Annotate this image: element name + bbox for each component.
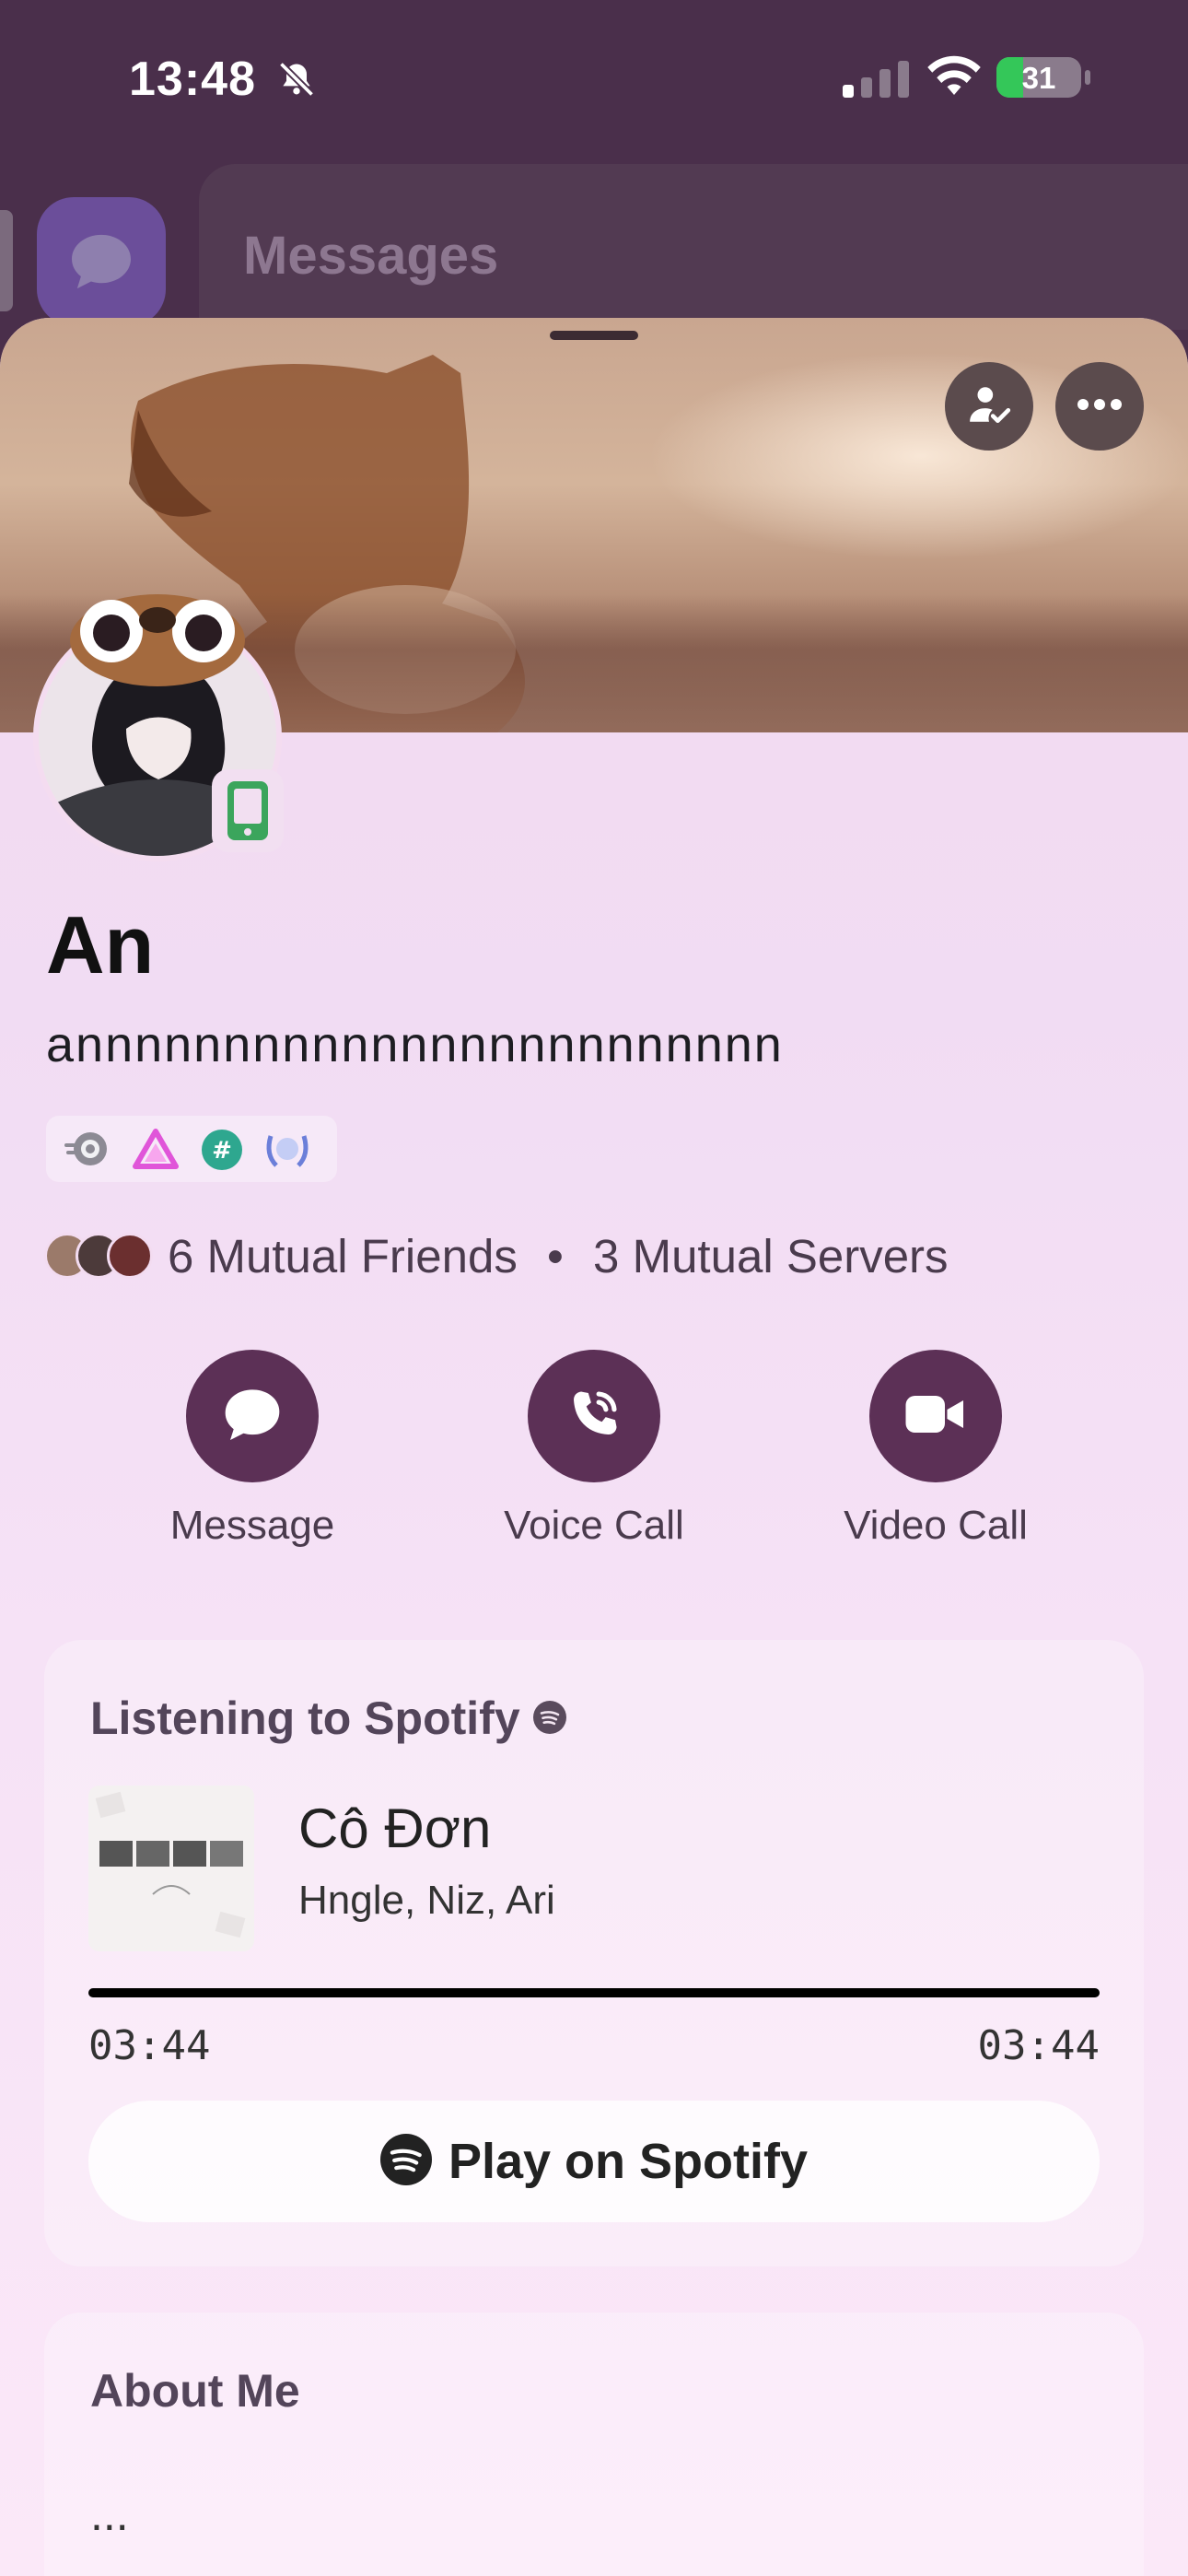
play-on-spotify-label: Play on Spotify <box>448 2134 809 2189</box>
bg-messages-icon[interactable] <box>37 197 166 326</box>
battery-icon: 31 <box>996 57 1081 98</box>
video-call-button[interactable] <box>869 1350 1002 1482</box>
badge-bar: # <box>46 1116 337 1182</box>
message-label: Message <box>169 1503 335 1548</box>
cellular-signal-icon <box>843 61 909 102</box>
battery-percent: 31 <box>1021 61 1056 95</box>
bg-server-indicator <box>0 210 13 311</box>
elapsed-time: 03:44 <box>88 2022 211 2069</box>
display-name: An <box>46 899 155 990</box>
triangle-badge-icon[interactable] <box>133 1129 179 1174</box>
svg-text:#: # <box>212 1137 232 1165</box>
username: annnnnnnnnnnnnnnnnnnnnnnn <box>46 1017 784 1072</box>
ellipsis-icon <box>1077 398 1123 416</box>
song-progress-fill <box>88 1988 1100 1997</box>
song-artist[interactable]: Hngle, Niz, Ari <box>298 1878 555 1924</box>
nitro-badge-icon[interactable] <box>64 1129 116 1174</box>
profile-sheet: An annnnnnnnnnnnnnnnnnnnnnnn # 6 Mutual … <box>0 318 1188 2576</box>
bell-muted-icon <box>276 59 317 104</box>
phone-icon <box>565 1386 623 1447</box>
video-call-action[interactable]: Video Call <box>816 1350 1055 1549</box>
video-call-label: Video Call <box>844 1503 1028 1548</box>
avatar[interactable] <box>24 594 291 871</box>
spotify-activity-card: Listening to Spotify Cô Đơn Hngle, Niz, … <box>44 1640 1144 2266</box>
friend-status-button[interactable] <box>945 362 1033 451</box>
spotify-small-icon <box>532 1692 566 1745</box>
mutual-servers-link[interactable]: 3 Mutual Servers <box>593 1230 949 1282</box>
activity-title: Listening to Spotify <box>90 1692 520 1744</box>
voice-call-button[interactable] <box>528 1350 660 1482</box>
avatar-decoration-bear <box>70 594 245 686</box>
status-time: 13:48 <box>129 53 256 106</box>
total-duration: 03:44 <box>977 2022 1100 2069</box>
video-camera-icon <box>903 1391 968 1442</box>
message-action[interactable]: Message <box>133 1350 372 1549</box>
song-progress-bar <box>88 1988 1100 1997</box>
mutuals-separator: • <box>547 1229 564 1282</box>
mutuals-row[interactable]: 6 Mutual Friends • 3 Mutual Servers <box>44 1219 949 1293</box>
about-me-text: ... <box>90 2488 129 2540</box>
voice-call-label: Voice Call <box>504 1503 684 1548</box>
play-on-spotify-button[interactable]: Play on Spotify <box>88 2101 1100 2222</box>
activity-header: Listening to Spotify <box>90 1692 566 1745</box>
more-options-button[interactable] <box>1055 362 1144 451</box>
spotify-icon <box>379 2133 432 2190</box>
album-art[interactable] <box>88 1786 254 1951</box>
about-me-card: About Me ... <box>44 2313 1144 2576</box>
user-check-icon <box>966 381 1012 432</box>
hashtag-badge-icon[interactable]: # <box>201 1129 243 1176</box>
about-me-title: About Me <box>90 2365 300 2417</box>
status-bar: 13:48 31 <box>0 0 1188 157</box>
mobile-status-icon <box>212 769 284 852</box>
mutual-friends-link[interactable]: 6 Mutual Friends <box>168 1230 518 1282</box>
song-title[interactable]: Cô Đơn <box>298 1797 491 1860</box>
wifi-icon <box>926 55 982 102</box>
sheet-drag-handle[interactable] <box>550 331 638 340</box>
battery-cap <box>1085 70 1090 85</box>
voice-call-action[interactable]: Voice Call <box>474 1350 714 1549</box>
mutual-friend-avatar <box>107 1233 153 1279</box>
bg-messages-title: Messages <box>243 226 499 286</box>
laurel-badge-icon[interactable] <box>262 1129 313 1176</box>
message-button[interactable] <box>186 1350 319 1482</box>
chat-bubble-icon <box>223 1387 282 1446</box>
